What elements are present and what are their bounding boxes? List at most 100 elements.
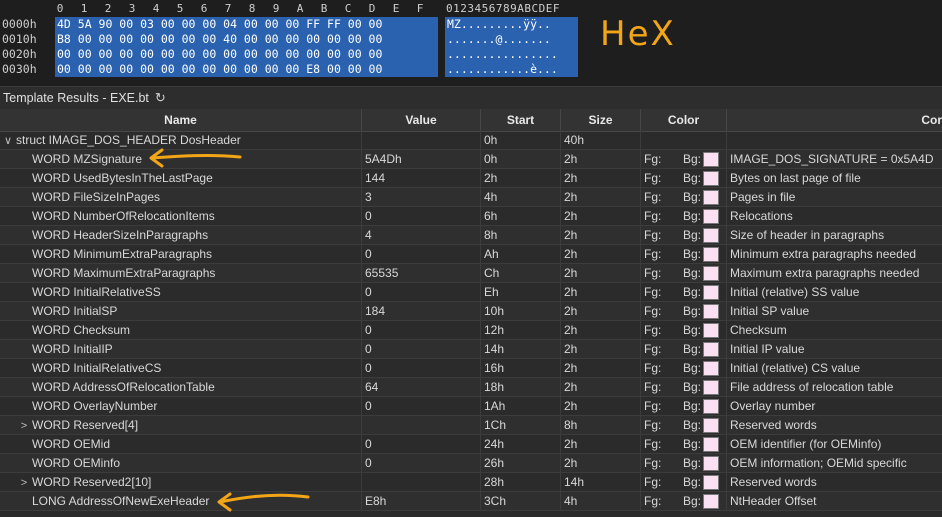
bg-color-swatch[interactable]	[703, 380, 719, 395]
cell-color: Fg: Bg:	[641, 226, 727, 245]
cell-name: WORD MinimumExtraParagraphs	[0, 245, 362, 264]
table-row[interactable]: WORD OEMinfo 0 26h 2h Fg: Bg: OEM information;…	[0, 454, 942, 473]
hex-ascii[interactable]: MZ.........ÿÿ..	[445, 17, 578, 32]
bg-color-swatch[interactable]	[703, 361, 719, 376]
bg-label: Bg:	[683, 171, 702, 185]
table-row[interactable]: WORD InitialSP 184 10h 2h Fg: Bg: Initial SP v…	[0, 302, 942, 321]
cell-value: 0	[362, 283, 481, 302]
cell-comment: Initial (relative) SS value	[730, 285, 860, 299]
column-header-name[interactable]: Name	[0, 109, 362, 131]
cell-size: 2h	[561, 264, 641, 283]
bg-color-swatch[interactable]	[703, 323, 719, 338]
bg-label: Bg:	[683, 323, 702, 337]
chevron-down-icon[interactable]: ∨	[2, 132, 14, 150]
cell-start: 14h	[481, 340, 561, 359]
table-row[interactable]: WORD AddressOfRelocationTable 64 18h 2h Fg: B…	[0, 378, 942, 397]
bg-color-swatch[interactable]	[703, 247, 719, 262]
table-row[interactable]: > WORD Reserved2[10] 28h 14h Fg: Bg: Reserved …	[0, 473, 942, 492]
cell-name: WORD MZSignature	[0, 150, 362, 169]
table-row[interactable]: WORD FileSizeInPages 3 4h 2h Fg: Bg: Pages in …	[0, 188, 942, 207]
hex-bytes[interactable]: 00 00 00 00 00 00 00 00 00 00 00 00 E8 0…	[55, 62, 438, 77]
table-row[interactable]: WORD MaximumExtraParagraphs 65535 Ch 2h Fg: B…	[0, 264, 942, 283]
column-header-comment[interactable]: Cor	[727, 109, 942, 131]
cell-comment: NtHeader Offset	[730, 494, 817, 508]
column-header-color[interactable]: Color	[641, 109, 727, 131]
chevron-right-icon[interactable]: >	[18, 417, 30, 435]
cell-name: WORD UsedBytesInTheLastPage	[0, 169, 362, 188]
column-header-size[interactable]: Size	[561, 109, 641, 131]
table-row[interactable]: LONG AddressOfNewExeHeader E8h 3Ch 4h Fg: Bg:…	[0, 492, 942, 511]
table-row[interactable]: ∨ struct IMAGE_DOS_HEADER DosHeader 0h 40h	[0, 131, 942, 150]
hex-offset: 0030h	[2, 62, 37, 76]
table-row[interactable]: WORD UsedBytesInTheLastPage 144 2h 2h Fg: Bg:…	[0, 169, 942, 188]
cell-color	[641, 131, 727, 150]
cell-color: Fg: Bg:	[641, 283, 727, 302]
cell-name: WORD AddressOfRelocationTable	[0, 378, 362, 397]
table-row[interactable]: WORD OverlayNumber 0 1Ah 2h Fg: Bg: Overlay nu…	[0, 397, 942, 416]
bg-color-swatch[interactable]	[703, 475, 719, 490]
table-row[interactable]: WORD Checksum 0 12h 2h Fg: Bg: Checksum	[0, 321, 942, 340]
bg-color-swatch[interactable]	[703, 190, 719, 205]
hex-ascii[interactable]: ................	[445, 47, 578, 62]
table-row[interactable]: WORD InitialRelativeCS 0 16h 2h Fg: Bg: Initia…	[0, 359, 942, 378]
bg-color-swatch[interactable]	[703, 342, 719, 357]
refresh-icon[interactable]: ↻	[155, 90, 166, 106]
bg-color-swatch[interactable]	[703, 494, 719, 509]
bg-color-swatch[interactable]	[703, 437, 719, 452]
cell-size: 14h	[561, 473, 641, 492]
cell-start: 1Ch	[481, 416, 561, 435]
cell-start: 6h	[481, 207, 561, 226]
cell-value: 0	[362, 454, 481, 473]
fg-label: Fg:	[644, 418, 662, 432]
cell-size: 2h	[561, 169, 641, 188]
hex-view[interactable]: 0123456789ABCDEF 0123456789ABCDEF 0000h 4…	[0, 0, 942, 86]
column-header-start[interactable]: Start	[481, 109, 561, 131]
hex-column-number: 0	[56, 2, 64, 15]
bg-color-swatch[interactable]	[703, 304, 719, 319]
bg-color-swatch[interactable]	[703, 152, 719, 167]
cell-size: 4h	[561, 492, 641, 511]
field-name: WORD UsedBytesInTheLastPage	[32, 171, 213, 185]
bg-label: Bg:	[683, 399, 702, 413]
field-name: WORD InitialRelativeCS	[32, 361, 162, 375]
table-row[interactable]: WORD HeaderSizeInParagraphs 4 8h 2h Fg: Bg: Si…	[0, 226, 942, 245]
hex-ascii[interactable]: .......@.......	[445, 32, 578, 47]
hex-column-number: C	[344, 2, 352, 15]
fg-label: Fg:	[644, 190, 662, 204]
bg-color-swatch[interactable]	[703, 209, 719, 224]
table-row[interactable]: > WORD Reserved[4] 1Ch 8h Fg: Bg: Reserved wor…	[0, 416, 942, 435]
cell-value	[362, 131, 481, 150]
fg-label: Fg:	[644, 228, 662, 242]
bg-color-swatch[interactable]	[703, 171, 719, 186]
chevron-right-icon[interactable]: >	[18, 474, 30, 492]
bg-color-swatch[interactable]	[703, 285, 719, 300]
column-header-value[interactable]: Value	[362, 109, 481, 131]
bg-label: Bg:	[683, 456, 702, 470]
cell-color: Fg: Bg:	[641, 245, 727, 264]
bg-color-swatch[interactable]	[703, 266, 719, 281]
field-name: WORD NumberOfRelocationItems	[32, 209, 215, 223]
table-row[interactable]: WORD MZSignature 5A4Dh 0h 2h Fg: Bg: IMAGE_DOS…	[0, 150, 942, 169]
hex-bytes[interactable]: B8 00 00 00 00 00 00 00 40 00 00 00 00 0…	[55, 32, 438, 47]
hex-column-number: 1	[80, 2, 88, 15]
table-row[interactable]: WORD InitialIP 0 14h 2h Fg: Bg: Initial IP val…	[0, 340, 942, 359]
bg-label: Bg:	[683, 228, 702, 242]
cell-start: 10h	[481, 302, 561, 321]
table-row[interactable]: WORD InitialRelativeSS 0 Eh 2h Fg: Bg: Initial…	[0, 283, 942, 302]
hex-bytes[interactable]: 4D 5A 90 00 03 00 00 00 04 00 00 00 FF F…	[55, 17, 438, 32]
template-results-title: Template Results - EXE.bt ↻	[3, 90, 166, 106]
table-row[interactable]: WORD MinimumExtraParagraphs 0 Ah 2h Fg: Bg: Mi…	[0, 245, 942, 264]
bg-color-swatch[interactable]	[703, 456, 719, 471]
cell-color: Fg: Bg:	[641, 435, 727, 454]
bg-color-swatch[interactable]	[703, 228, 719, 243]
bg-color-swatch[interactable]	[703, 399, 719, 414]
hex-bytes[interactable]: 00 00 00 00 00 00 00 00 00 00 00 00 00 0…	[55, 47, 438, 62]
bg-color-swatch[interactable]	[703, 418, 719, 433]
hex-ascii[interactable]: ............è...	[445, 62, 578, 77]
cell-start: 3Ch	[481, 492, 561, 511]
cell-name: WORD OEMinfo	[0, 454, 362, 473]
cell-color: Fg: Bg:	[641, 340, 727, 359]
hex-column-number: 3	[128, 2, 136, 15]
table-row[interactable]: WORD OEMid 0 24h 2h Fg: Bg: OEM identifier (fo…	[0, 435, 942, 454]
table-row[interactable]: WORD NumberOfRelocationItems 0 6h 2h Fg: Bg: R…	[0, 207, 942, 226]
